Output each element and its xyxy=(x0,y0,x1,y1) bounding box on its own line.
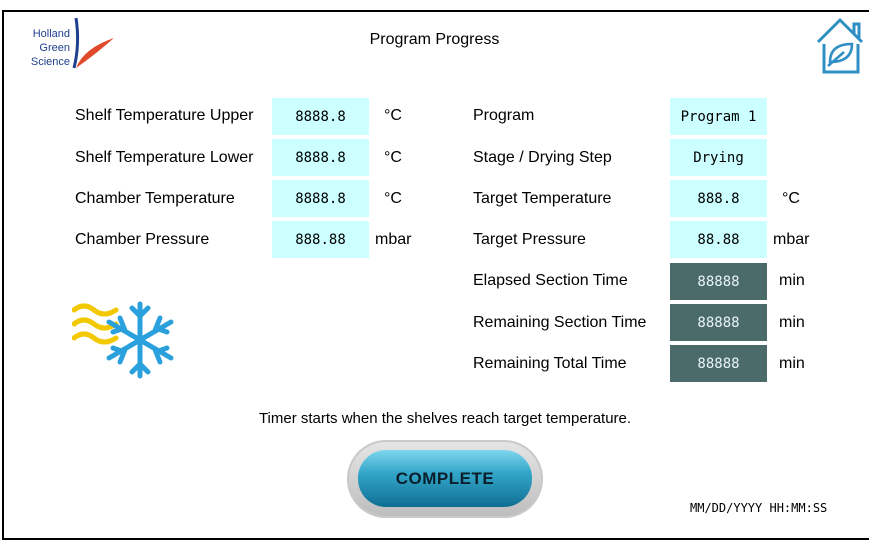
target-temp-unit: °C xyxy=(782,190,800,207)
elapsed-section-time-label: Elapsed Section Time xyxy=(473,272,628,289)
timer-note: Timer starts when the shelves reach targ… xyxy=(258,410,632,427)
chamber-pressure-unit: mbar xyxy=(375,231,412,248)
target-pressure-unit: mbar xyxy=(773,231,810,248)
target-pressure-label: Target Pressure xyxy=(473,231,586,248)
shelf-temp-lower-value: 8888.8 xyxy=(272,139,369,176)
elapsed-section-time-value: 88888 xyxy=(670,263,767,300)
logo-line-3: Science xyxy=(30,56,70,68)
elapsed-section-time-unit: min xyxy=(779,272,805,289)
stage-value: Drying xyxy=(670,139,767,176)
chamber-temp-label: Chamber Temperature xyxy=(75,190,235,207)
program-value: Program 1 xyxy=(670,98,767,135)
chamber-temp-unit: °C xyxy=(384,190,402,207)
shelf-temp-upper-unit: °C xyxy=(384,107,402,124)
remaining-section-time-unit: min xyxy=(779,314,805,331)
chamber-temp-value: 8888.8 xyxy=(272,180,369,217)
target-temp-value: 888.8 xyxy=(670,180,767,217)
chamber-pressure-label: Chamber Pressure xyxy=(75,231,210,248)
remaining-total-time-unit: min xyxy=(779,355,805,372)
shelf-temp-lower-label: Shelf Temperature Lower xyxy=(75,149,254,166)
remaining-total-time-value: 88888 xyxy=(670,345,767,382)
page-title: Program Progress xyxy=(369,31,500,48)
home-leaf-icon[interactable] xyxy=(814,14,866,76)
shelf-temp-upper-label: Shelf Temperature Upper xyxy=(75,107,254,124)
target-pressure-value: 88.88 xyxy=(670,221,767,258)
complete-button[interactable]: COMPLETE xyxy=(358,450,532,507)
remaining-total-time-label: Remaining Total Time xyxy=(473,355,627,372)
remaining-section-time-label: Remaining Section Time xyxy=(473,314,647,331)
stage-label: Stage / Drying Step xyxy=(473,149,612,166)
heat-snowflake-icon xyxy=(72,301,174,379)
datetime-display: MM/DD/YYYY HH:MM:SS xyxy=(690,501,828,515)
remaining-section-time-value: 88888 xyxy=(670,304,767,341)
chamber-pressure-value: 888.88 xyxy=(272,221,369,258)
shelf-temp-upper-value: 8888.8 xyxy=(272,98,369,135)
complete-button-bezel: COMPLETE xyxy=(347,440,543,518)
target-temp-label: Target Temperature xyxy=(473,190,612,207)
program-label: Program xyxy=(473,107,535,124)
shelf-temp-lower-unit: °C xyxy=(384,149,402,166)
